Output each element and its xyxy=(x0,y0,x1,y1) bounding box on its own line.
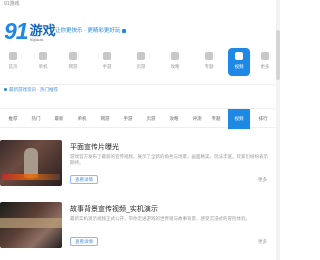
video-thumbnail[interactable] xyxy=(0,202,62,248)
logo-subtext: 91youxi xyxy=(29,37,44,42)
category-tabs: 推荐 热门 最新 单机 网游 手游 页游 攻略 评测 视频 专题 排行 xyxy=(0,108,280,129)
notice-bar[interactable]: 最新游戏资讯 · 热门推荐 xyxy=(4,87,58,93)
bullet-icon xyxy=(4,88,7,92)
nav-label: 手游 xyxy=(102,64,112,69)
nav-label: 攻略 xyxy=(170,64,180,69)
home-icon xyxy=(9,52,17,60)
tab-online[interactable]: 网游 xyxy=(94,113,116,124)
nav-item-mobile[interactable]: 手游 xyxy=(96,48,118,76)
nav-item-online[interactable]: 网游 xyxy=(62,48,84,76)
nav-item-guide[interactable]: 攻略 xyxy=(164,48,186,76)
nav-label: 首页 xyxy=(8,64,18,69)
tab-ranking[interactable]: 排行 xyxy=(252,113,274,124)
nav-item-home[interactable]: 首页 xyxy=(2,48,24,76)
more-icon xyxy=(261,52,269,60)
tab-single[interactable]: 单机 xyxy=(71,113,93,124)
tab-hot[interactable]: 热门 xyxy=(25,113,47,124)
logo-word: 游戏 91youxi xyxy=(30,24,56,42)
disc-icon xyxy=(39,52,47,60)
scrollbar[interactable] xyxy=(276,0,280,260)
card-description: 游戏官方发布了最新的宣传视频，展示了全新的角色与场景，画面精美，玩法丰富，玩家们… xyxy=(70,154,268,165)
nav-item-webgame[interactable]: 页游 xyxy=(130,48,152,76)
nav-label: 更多 xyxy=(260,64,270,69)
tab-latest[interactable]: 最新 xyxy=(48,113,70,124)
more-link[interactable]: 更多 xyxy=(258,239,267,245)
header: 91 游戏 91youxi 让你更快乐 · 更精彩更好玩 xyxy=(0,10,280,44)
nav-label: 专题 xyxy=(204,64,214,69)
scrollbar-thumb[interactable] xyxy=(276,30,280,80)
globe-icon xyxy=(69,52,77,60)
book-icon xyxy=(171,52,179,60)
logo-text: 游戏 xyxy=(29,23,56,38)
page: 91游戏 91 游戏 91youxi 让你更快乐 · 更精彩更好玩 首页 单机 … xyxy=(0,0,280,260)
phone-icon xyxy=(103,52,111,60)
nav-label: 网游 xyxy=(68,64,78,69)
nav-label: 视频 xyxy=(234,64,244,69)
list-item[interactable]: 平面宣传片曝光 游戏官方发布了最新的宣传视频，展示了全新的角色与场景，画面精美，… xyxy=(0,140,280,198)
slogan: 让你更快乐 · 更精彩更好玩 xyxy=(55,26,127,34)
nav-item-more[interactable]: 更多 xyxy=(254,48,276,76)
card-title[interactable]: 故事背景宣传视频_实机演示 xyxy=(70,204,158,214)
browser-icon xyxy=(137,52,145,60)
card-title[interactable]: 平面宣传片曝光 xyxy=(70,142,119,152)
divider xyxy=(0,84,280,85)
nav-item-single[interactable]: 单机 xyxy=(32,48,54,76)
notice-text: 最新游戏资讯 · 热门推荐 xyxy=(9,87,58,92)
card-description: 最新实机演示视频正式公开，带你走进游戏的世界观与故事背景，感受沉浸式的冒险体验。 xyxy=(70,216,250,221)
nav-label: 页游 xyxy=(136,64,146,69)
nav-label: 单机 xyxy=(38,64,48,69)
slogan-text: 让你更快乐 · 更精彩更好玩 xyxy=(55,28,121,34)
star-icon xyxy=(205,52,213,60)
nav-item-video[interactable]: 视频 xyxy=(228,48,250,76)
list-item[interactable]: 故事背景宣传视频_实机演示 最新实机演示视频正式公开，带你走进游戏的世界观与故事… xyxy=(0,202,280,260)
site-logo[interactable]: 91 游戏 91youxi xyxy=(4,16,56,44)
logo-number: 91 xyxy=(4,18,29,44)
thumbnail-band xyxy=(0,218,62,228)
tab-mobile[interactable]: 手游 xyxy=(117,113,139,124)
tab-topic[interactable]: 专题 xyxy=(205,113,227,124)
more-link[interactable]: 更多 xyxy=(258,177,267,183)
view-details-button[interactable]: 查看详情 xyxy=(70,175,98,184)
nav-item-topic[interactable]: 专题 xyxy=(198,48,220,76)
tab-recommend[interactable]: 推荐 xyxy=(2,113,24,124)
tab-guide[interactable]: 攻略 xyxy=(163,113,185,124)
video-icon xyxy=(235,52,243,60)
top-status-text: 91游戏 xyxy=(4,1,20,7)
view-details-button[interactable]: 查看详情 xyxy=(70,237,98,246)
tab-webgame[interactable]: 页游 xyxy=(140,113,162,124)
badge-icon xyxy=(122,28,127,33)
main-nav: 首页 单机 网游 手游 页游 攻略 专题 视频 更多 xyxy=(0,48,280,78)
tab-video[interactable]: 视频 xyxy=(228,109,250,129)
thumbnail-banner xyxy=(2,174,60,180)
video-thumbnail[interactable] xyxy=(0,140,62,186)
